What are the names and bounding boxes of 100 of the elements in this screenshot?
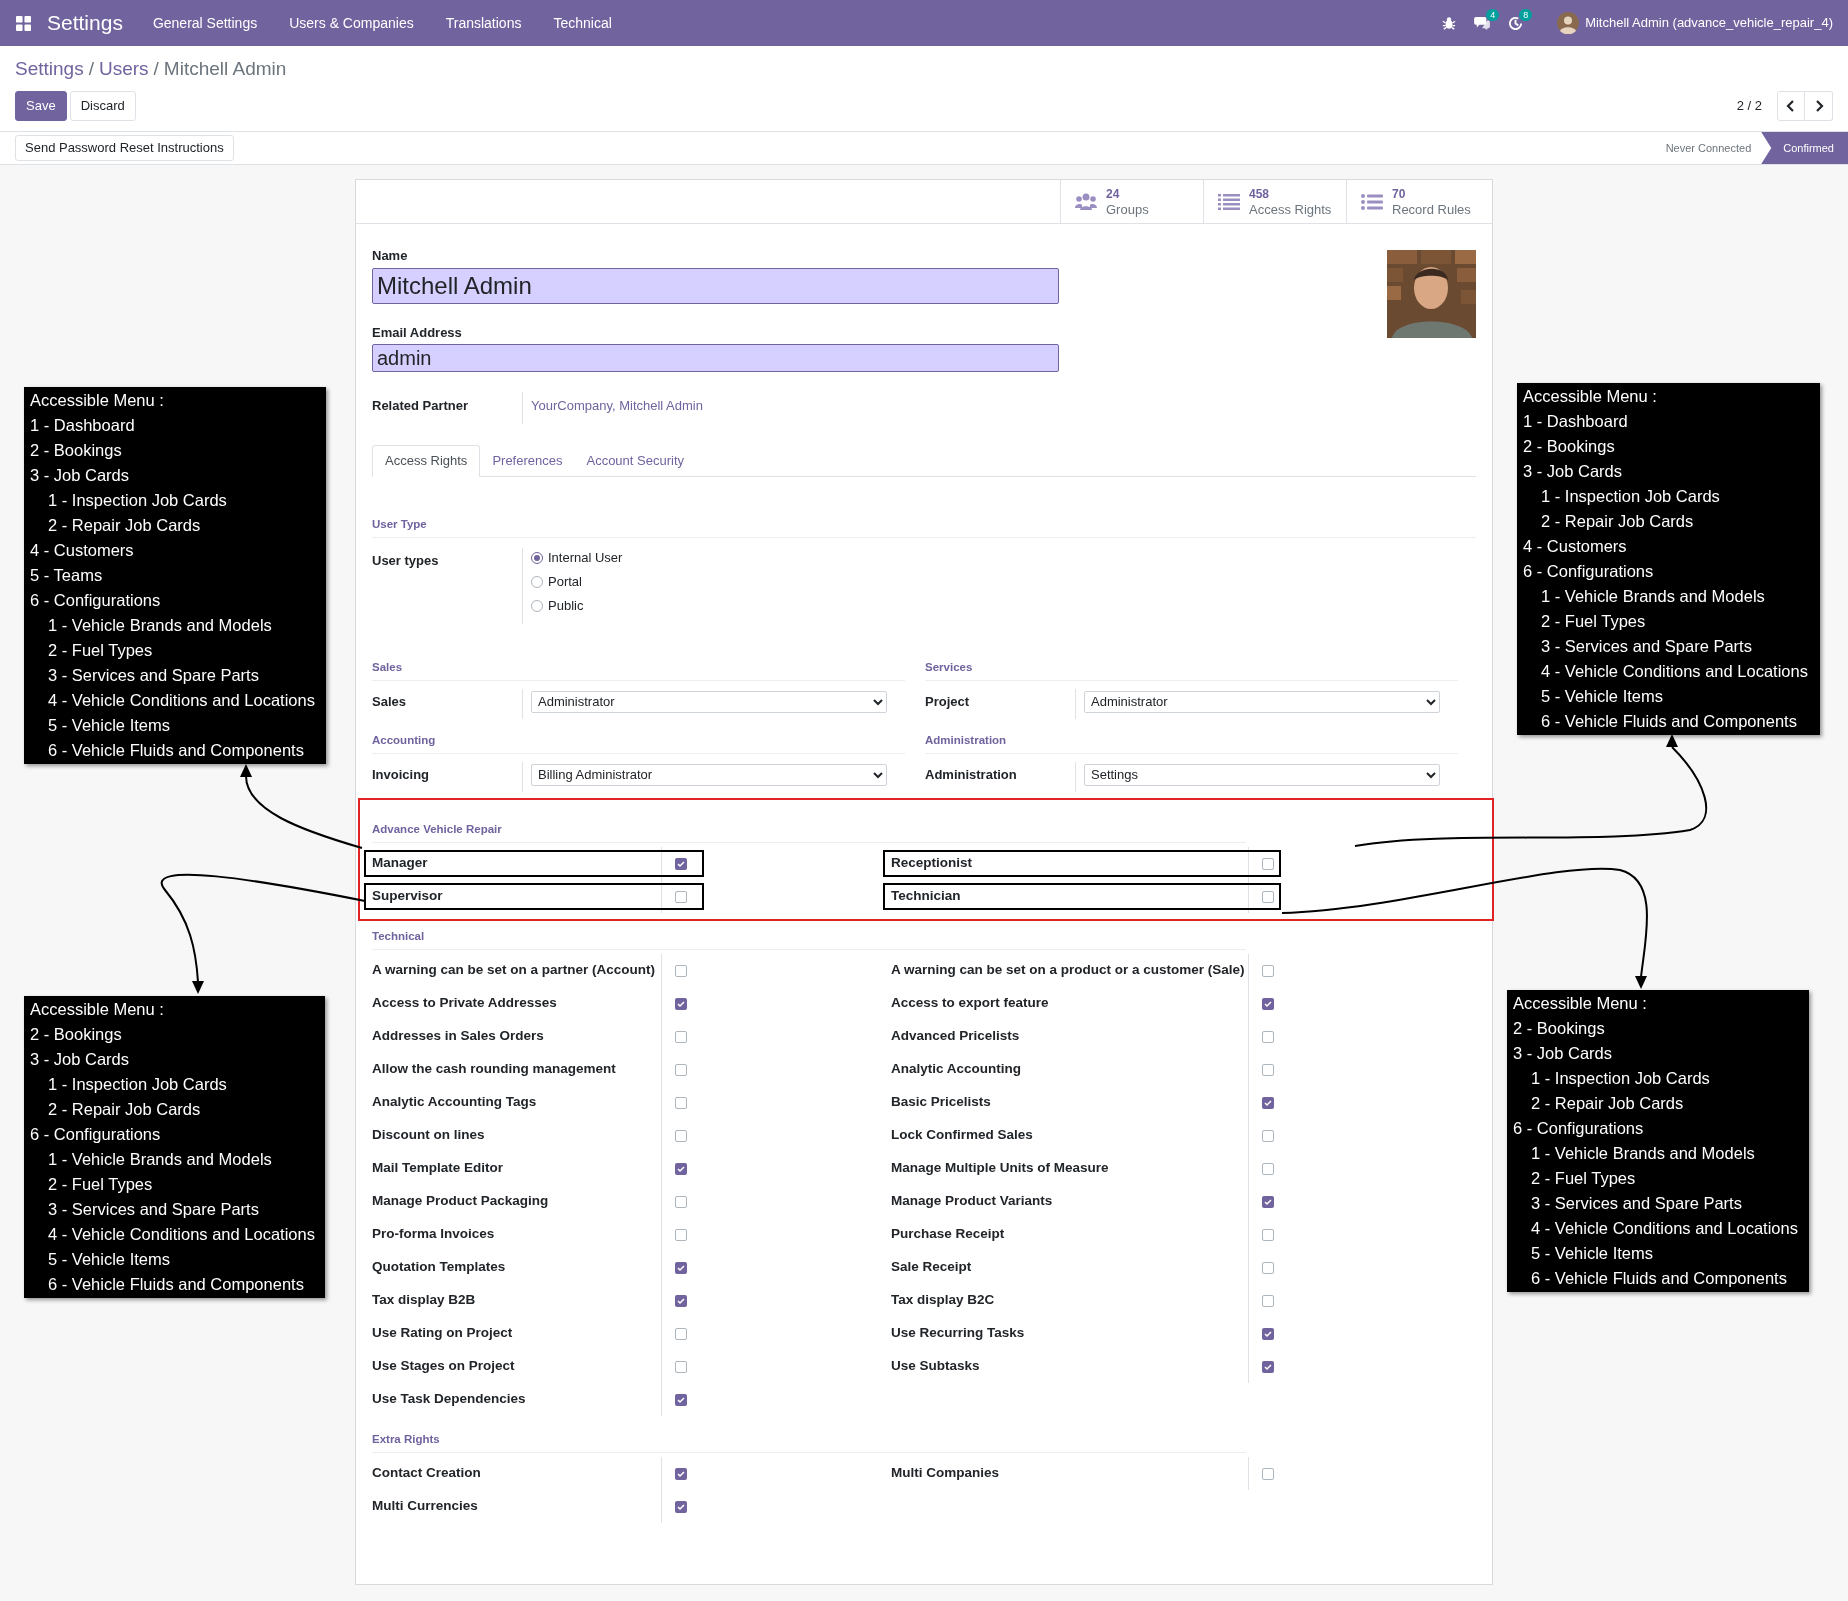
checkbox[interactable] [1262, 1360, 1274, 1373]
status-step[interactable]: Confirmed [1761, 132, 1848, 164]
checkbox[interactable] [1262, 1261, 1274, 1274]
checkbox[interactable] [1262, 1063, 1274, 1076]
save-button[interactable]: Save [15, 91, 67, 121]
annotation-item: 1 - Inspection Job Cards [47, 1074, 228, 1095]
annotation-item: 2 - Bookings [30, 1024, 123, 1045]
group-select[interactable]: Administrator [1084, 690, 1440, 713]
checkbox[interactable] [1262, 1195, 1274, 1208]
checkbox[interactable] [1262, 964, 1274, 977]
apps-menu-icon[interactable] [16, 15, 31, 31]
checkbox[interactable] [675, 997, 687, 1010]
permission-label: Analytic Accounting Tags [372, 1093, 538, 1112]
checkbox[interactable] [675, 1327, 687, 1340]
breadcrumb-link[interactable]: Users [98, 57, 149, 81]
stat-value[interactable]: 70 [1392, 186, 1471, 202]
clock-icon[interactable] [1508, 15, 1524, 31]
checkbox[interactable] [1262, 1030, 1274, 1043]
menu-link[interactable]: Technical [553, 12, 612, 34]
checkbox[interactable] [675, 1228, 687, 1241]
discard-button[interactable]: Discard [69, 91, 136, 121]
stat-value[interactable]: 24 [1106, 186, 1149, 202]
checkbox[interactable] [675, 1195, 687, 1208]
name-input[interactable]: Mitchell Admin [372, 268, 1059, 304]
annotation-item: 2 - Repair Job Cards [1540, 511, 1695, 532]
group-select[interactable]: Billing Administrator [531, 763, 887, 786]
checkbox[interactable] [1262, 1467, 1274, 1480]
email-input[interactable]: admin [372, 344, 1059, 372]
section-heading: Administration [925, 734, 1007, 746]
checkbox[interactable] [1262, 1096, 1274, 1109]
annotation-item: 2 - Fuel Types [1540, 611, 1647, 632]
checkbox[interactable] [675, 1393, 687, 1406]
previous-button[interactable] [1777, 91, 1805, 121]
tab[interactable]: Access Rights [372, 445, 481, 477]
checkbox[interactable] [675, 1500, 687, 1513]
checkbox[interactable] [1262, 1228, 1274, 1241]
stat-label[interactable]: Record Rules [1392, 201, 1471, 217]
annotation-item: 3 - Services and Spare Parts [1540, 636, 1753, 657]
stat-label[interactable]: Groups [1106, 201, 1149, 217]
checkbox[interactable] [675, 1063, 687, 1076]
checkbox[interactable] [675, 1261, 687, 1274]
user-name[interactable]: Mitchell Admin (advance_vehicle_repair_4) [1585, 13, 1833, 33]
bug-icon[interactable] [1442, 16, 1457, 30]
field-label: Name [372, 248, 409, 264]
chevron-left-icon [1786, 100, 1796, 112]
radio-option[interactable]: Internal User [531, 548, 623, 567]
annotation-item: 4 - Customers [1523, 536, 1628, 557]
partner-link[interactable]: YourCompany, Mitchell Admin [522, 392, 703, 424]
checkbox[interactable] [675, 1467, 687, 1480]
radio-option[interactable]: Portal [531, 572, 623, 591]
status-step[interactable]: Never Connected [1655, 132, 1762, 164]
permission-label: Basic Pricelists [891, 1093, 992, 1112]
checkbox[interactable] [675, 890, 687, 903]
annotation-title: Accessible Menu : [30, 390, 165, 411]
permission-label: Contact Creation [372, 1464, 482, 1483]
annotation-title: Accessible Menu : [1513, 993, 1648, 1014]
checkbox[interactable] [1262, 1129, 1274, 1142]
users-icon[interactable] [1075, 192, 1097, 211]
menu-link[interactable]: General Settings [152, 12, 258, 34]
group-select[interactable]: Settings [1084, 763, 1440, 786]
list-icon[interactable] [1218, 193, 1240, 210]
checkbox[interactable] [1262, 890, 1274, 903]
checkbox[interactable] [675, 1030, 687, 1043]
radio-option[interactable]: Public [531, 596, 623, 615]
checkbox[interactable] [675, 1162, 687, 1175]
section-heading: Sales [372, 661, 403, 673]
section-heading: Technical [372, 930, 425, 942]
checkbox[interactable] [1262, 1162, 1274, 1175]
chat-icon[interactable] [1474, 16, 1491, 30]
checkbox[interactable] [675, 857, 687, 870]
tab[interactable]: Account Security [574, 445, 696, 477]
permission-label: Discount on lines [372, 1126, 486, 1145]
field-label: Email Address [372, 325, 463, 341]
checkbox[interactable] [675, 1360, 687, 1373]
checkbox[interactable] [1262, 1294, 1274, 1307]
annotation-item: 3 - Services and Spare Parts [1530, 1193, 1743, 1214]
breadcrumb-link[interactable]: Settings [15, 57, 84, 81]
tab[interactable]: Preferences [480, 445, 575, 477]
checkbox[interactable] [675, 1096, 687, 1109]
menu-link[interactable]: Users & Companies [289, 12, 414, 34]
section-heading: Services [925, 661, 973, 673]
checkbox[interactable] [675, 1294, 687, 1307]
stat-label[interactable]: Access Rights [1249, 201, 1332, 217]
annotation-item: 6 - Vehicle Fluids and Components [47, 740, 305, 761]
reset-password-button[interactable]: Send Password Reset Instructions [15, 135, 234, 161]
avatar-icon[interactable] [1557, 12, 1580, 34]
bullet-list-icon[interactable] [1361, 193, 1383, 210]
checkbox[interactable] [1262, 857, 1274, 870]
permission-label: Tax display B2B [372, 1291, 477, 1310]
checkbox[interactable] [675, 1129, 687, 1142]
checkbox[interactable] [1262, 1327, 1274, 1340]
checkbox[interactable] [675, 964, 687, 977]
stat-value[interactable]: 458 [1249, 186, 1332, 202]
group-select[interactable]: Administrator [531, 690, 887, 713]
app-title: Settings [47, 10, 123, 37]
checkbox[interactable] [1262, 997, 1274, 1010]
permission-label: Access to Private Addresses [372, 994, 558, 1013]
next-button[interactable] [1805, 91, 1833, 121]
field-label: User types [372, 552, 440, 570]
menu-link[interactable]: Translations [445, 12, 522, 34]
